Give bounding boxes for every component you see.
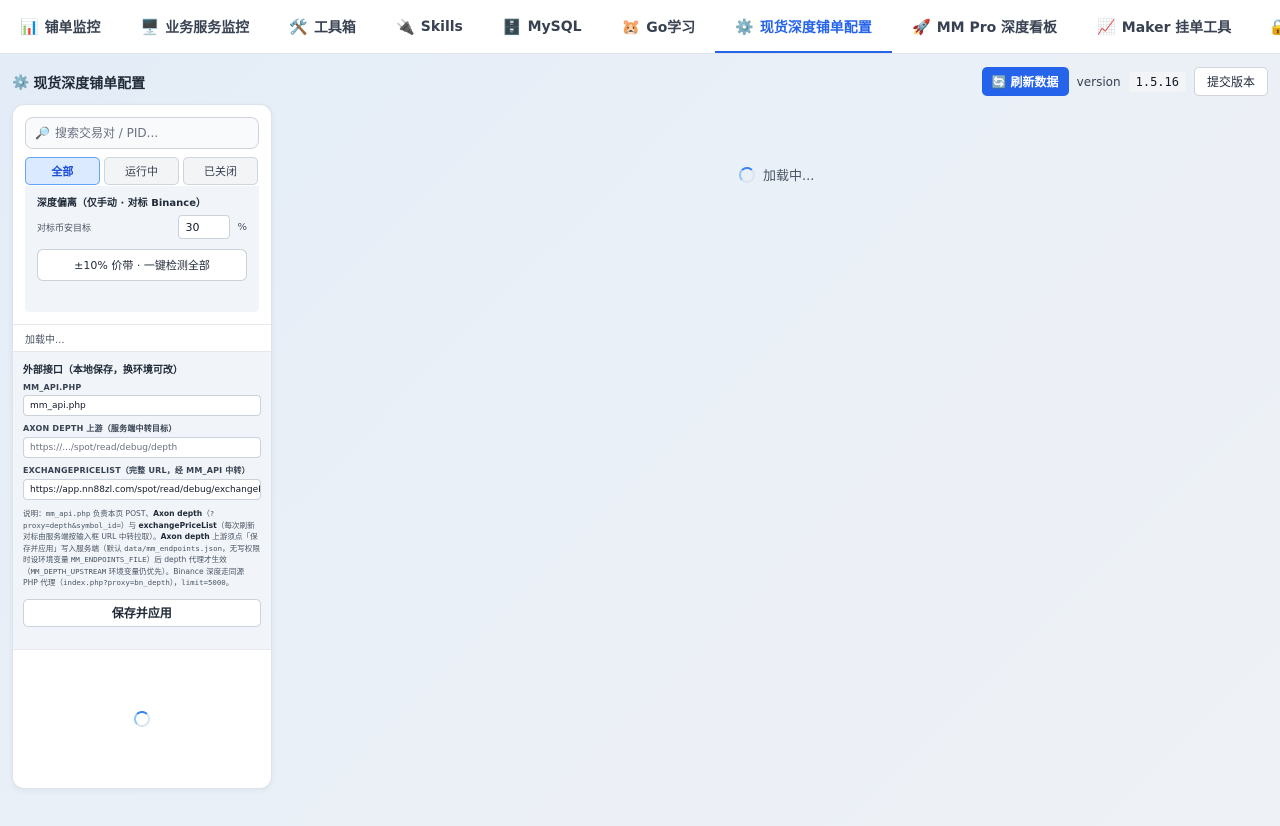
tab-label: MySQL (527, 18, 582, 35)
gear-icon: ⚙️ (12, 75, 30, 91)
header-actions: 🔄 刷新数据 version 1.5.16 提交版本 (981, 67, 1268, 96)
scan-all-button[interactable]: ±10% 价带 · 一键检测全部 (37, 249, 247, 281)
tab-order-monitor[interactable]: 📊 铺单监控 (0, 0, 121, 53)
mm-api-label: MM_API.PHP (23, 383, 82, 392)
rocket-icon: 🚀 (912, 17, 931, 36)
depth-target-row: 对标币安目标 30 % (37, 215, 247, 239)
tab-maker-tool[interactable]: 📈 Maker 挂单工具 (1077, 0, 1251, 53)
main-loading-text: 加载中... (763, 169, 815, 184)
gopher-icon: 🐹 (621, 17, 641, 36)
tab-permissions[interactable]: 🔐权限管理 (1251, 0, 1280, 53)
list-loading-text: 加载中... (13, 324, 271, 352)
external-endpoints-section: 外部接口（本地保存，换环境可改） MM_API.PHP mm_api.php A… (13, 352, 271, 650)
filter-running[interactable]: 运行中 (104, 157, 179, 185)
save-apply-button[interactable]: 保存并应用 (23, 598, 261, 627)
version-label: version (1076, 74, 1121, 89)
exchange-pricelist-input[interactable]: https://app.nn88zl.com/spot/read/debug/e… (23, 479, 261, 500)
lock-icon: 🔐 (1271, 18, 1280, 36)
mm-api-input[interactable]: mm_api.php (23, 395, 261, 416)
refresh-icon: 🔄 (991, 74, 1007, 89)
tab-label: MM Pro 深度看板 (936, 19, 1058, 36)
version-value: 1.5.16 (1128, 71, 1186, 92)
depth-target-input[interactable]: 30 (178, 215, 231, 239)
tab-spot-depth-config[interactable]: ⚙️ 现货深度铺单配置 (715, 0, 892, 53)
depth-deviation-section: 深度偏离（仅手动 · 对标 Binance） 对标币安目标 30 % ±10% … (25, 186, 259, 312)
axon-depth-input[interactable]: https://.../spot/read/debug/depth (23, 437, 261, 458)
tab-label: 业务服务监控 (165, 19, 250, 36)
tab-mm-pro-dashboard[interactable]: 🚀 MM Pro 深度看板 (892, 0, 1077, 53)
monitor-icon: 🖥️ (140, 17, 160, 36)
tab-label: 现货深度铺单配置 (760, 19, 873, 36)
tab-service-monitor[interactable]: 🖥️ 业务服务监控 (121, 0, 270, 53)
page-title: ⚙️ 现货深度铺单配置 (12, 73, 145, 93)
external-title: 外部接口（本地保存，换环境可改） (23, 365, 183, 376)
depth-title: 深度偏离（仅手动 · 对标 Binance） (37, 198, 206, 209)
database-icon: 🗄️ (502, 17, 522, 36)
tab-mysql[interactable]: 🗄️ MySQL (483, 0, 602, 53)
tab-skills[interactable]: 🔌 Skills (376, 0, 483, 53)
refresh-button[interactable]: 🔄 刷新数据 (981, 67, 1069, 96)
gear-icon: ⚙️ (735, 17, 755, 36)
page-title-text: 现货深度铺单配置 (33, 76, 146, 92)
loading-spinner-icon (739, 166, 755, 183)
plug-icon: 🔌 (396, 17, 415, 36)
tools-icon: 🛠️ (289, 17, 309, 36)
search-icon: 🔎 (35, 126, 50, 140)
tab-label: 工具箱 (314, 19, 357, 36)
top-nav: 📊 铺单监控 🖥️ 业务服务监控 🛠️ 工具箱 🔌 Skills 🗄️ MySQL 🐹 Go学习 ⚙️ 现… (0, 0, 1280, 54)
search-box[interactable]: 🔎 (25, 117, 259, 149)
filter-closed[interactable]: 已关闭 (183, 157, 258, 185)
depth-target-label: 对标币安目标 (37, 223, 92, 234)
depth-target-unit: % (237, 221, 247, 233)
main-loading: 加载中... (739, 165, 814, 184)
refresh-label: 刷新数据 (1010, 75, 1059, 89)
filter-all[interactable]: 全部 (25, 157, 100, 185)
tab-go-learning[interactable]: 🐹 Go学习 (602, 0, 716, 53)
sidebar-panel: 🔎 全部 运行中 已关闭 深度偏离（仅手动 · 对标 Binance） 对标币安… (12, 104, 272, 789)
submit-version-button[interactable]: 提交版本 (1193, 67, 1268, 96)
axon-depth-label: AXON DEPTH 上游（服务端中转目标） (23, 424, 177, 433)
tab-label: 铺单监控 (44, 19, 101, 36)
chart-icon: 📊 (20, 17, 39, 36)
status-filters: 全部 运行中 已关闭 (25, 157, 258, 185)
endpoint-note: 说明：mm_api.php 负责本页 POST、Axon depth（?prox… (23, 509, 260, 587)
search-input[interactable] (54, 126, 245, 140)
tab-label: Go学习 (646, 19, 696, 36)
tab-label: Maker 挂单工具 (1121, 19, 1232, 36)
tab-toolbox[interactable]: 🛠️ 工具箱 (269, 0, 376, 53)
tab-label: Skills (420, 18, 463, 35)
loading-spinner-icon (134, 711, 150, 727)
trend-icon: 📈 (1097, 17, 1116, 36)
exchange-pricelist-label: EXCHANGEPRICELIST（完整 URL，经 MM_API 中转） (23, 466, 250, 475)
